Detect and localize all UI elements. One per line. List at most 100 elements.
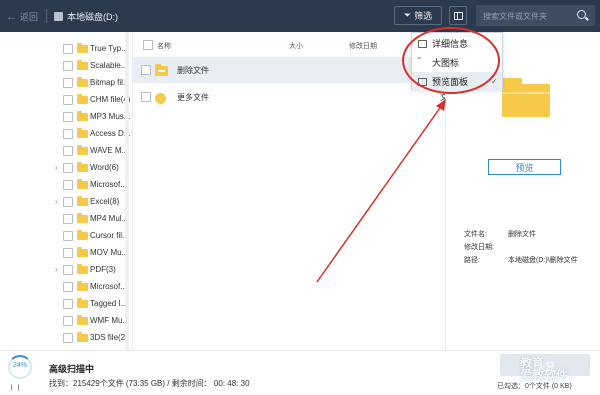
column-modified[interactable]: 修改日期 [349, 41, 377, 51]
filter-button[interactable]: ⏷ 筛选 [394, 6, 442, 25]
tree-item[interactable]: WAVE M... [0, 142, 130, 159]
tree-item[interactable]: Cursor fil... [0, 227, 130, 244]
folder-icon [77, 110, 88, 121]
tree-item-checkbox[interactable] [63, 281, 73, 292]
folder-icon [77, 246, 88, 257]
tree-scrollbar[interactable] [125, 32, 129, 350]
tree-item-checkbox[interactable] [63, 247, 73, 258]
tree-item-checkbox[interactable] [63, 94, 73, 105]
row-name: 更多文件 [177, 93, 209, 102]
list-item[interactable]: 删除文件 [133, 57, 445, 83]
back-arrow-icon: ← [6, 10, 17, 23]
preview-button[interactable]: 预览 [488, 159, 561, 175]
tree-item[interactable]: › Excel(8) [0, 193, 130, 210]
folder-icon [77, 161, 88, 172]
meta-key: 修改日期: [464, 244, 494, 251]
tree-item-label: PDF(3) [90, 265, 116, 274]
row-checkbox[interactable] [141, 92, 151, 102]
tree-item[interactable]: CHM file(4) [0, 91, 130, 108]
meta-value: 本地磁盘(D:)\删除文件 [508, 257, 578, 264]
tree-item-checkbox[interactable] [63, 145, 73, 156]
folder-preview-icon [502, 78, 550, 117]
folder-icon [77, 229, 88, 240]
search-icon[interactable] [577, 10, 586, 19]
scan-progress-ring: 24% [8, 355, 32, 379]
tree-item-label: Word(6) [90, 163, 119, 172]
folder-icon [77, 195, 88, 206]
tree-item-checkbox[interactable] [63, 179, 73, 190]
scan-found-info: 找到：215429个文件 (73.35 GB) / 剩余时间： 00: 48: … [49, 379, 250, 388]
tree-item-label: Bitmap fil... [90, 78, 130, 87]
tree-item-label: MOV Mu... [90, 248, 129, 257]
tree-item[interactable]: 3DS file(2... [0, 329, 130, 346]
tree-item-checkbox[interactable] [63, 213, 73, 224]
column-size[interactable]: 大小 [289, 41, 303, 51]
select-all-checkbox[interactable] [143, 40, 153, 50]
tree-item-checkbox[interactable] [63, 111, 73, 122]
tree-item-checkbox[interactable] [63, 332, 73, 343]
search-input[interactable]: 搜索文件或文件夹 [476, 5, 595, 26]
meta-key: 路径: [464, 257, 480, 264]
tree-item[interactable]: Microsof... [0, 176, 130, 193]
tree-item[interactable]: Access D... [0, 125, 130, 142]
filter-label: 筛选 [414, 11, 433, 21]
tree-item-checkbox[interactable] [63, 77, 73, 88]
tree-item[interactable]: Tagged I... [0, 295, 130, 312]
tree-item-checkbox[interactable] [63, 230, 73, 241]
annotation-oval [402, 27, 500, 94]
folder-icon [77, 127, 88, 138]
tree-item[interactable]: WMF Mu... [0, 312, 130, 329]
status-bar: 24% ❙❙ 高级扫描中 找到：215429个文件 (73.35 GB) / 剩… [0, 350, 600, 395]
folder-icon [77, 144, 88, 155]
tree-item-checkbox[interactable] [63, 315, 73, 326]
progress-percent: 24% [12, 362, 27, 369]
tree-item[interactable]: MOV Mu... [0, 244, 130, 261]
tree-item-checkbox[interactable] [63, 298, 73, 309]
back-button[interactable]: ← 返回 [6, 10, 38, 23]
tree-item-checkbox[interactable] [63, 162, 73, 173]
tree-item[interactable]: Bitmap fil... [0, 74, 130, 91]
tree-item[interactable]: MP3 Mus... [0, 108, 130, 125]
pause-icon[interactable]: ❙❙ [9, 384, 23, 391]
tree-item[interactable]: › PDF(3) [0, 261, 130, 278]
folder-icon [77, 297, 88, 308]
tree-item[interactable]: › Word(6) [0, 159, 130, 176]
meta-modified: 修改日期: [464, 242, 494, 252]
tree-item-label: Cursor fil... [90, 231, 129, 240]
chevron-right-icon[interactable]: › [55, 265, 58, 274]
breadcrumb: 本地磁盘(D:) [54, 10, 118, 23]
tree-item-label: MP3 Mus... [90, 112, 130, 121]
tree-item-label: Excel(8) [90, 197, 120, 206]
tree-item-checkbox[interactable] [63, 196, 73, 207]
tree-item-label: Microsof... [90, 180, 127, 189]
more-files-icon [155, 93, 166, 104]
drive-icon [54, 12, 63, 21]
tree-item-label: Microsof... [90, 282, 127, 291]
deleted-folder-icon [155, 64, 168, 76]
tree-item-checkbox[interactable] [63, 60, 73, 71]
tree-item[interactable]: MP4 Mul... [0, 210, 130, 227]
chevron-right-icon[interactable]: › [55, 197, 58, 206]
folder-icon [77, 59, 88, 70]
folder-icon [77, 42, 88, 53]
tree-item-checkbox[interactable] [63, 43, 73, 54]
top-toolbar: ← 返回 本地磁盘(D:) ⏷ 筛选 搜索文件或文件夹 [0, 0, 600, 32]
back-label: 返回 [20, 12, 39, 22]
tree-item-label: Scalable... [90, 61, 128, 70]
tree-item-label: Tagged I... [90, 299, 128, 308]
row-checkbox[interactable] [141, 65, 151, 75]
tree-item-checkbox[interactable] [63, 128, 73, 139]
chevron-right-icon[interactable]: › [55, 163, 58, 172]
tree-item-checkbox[interactable] [63, 264, 73, 275]
tree-item-label: True Typ... [90, 44, 128, 53]
tree-item[interactable]: True Typ... [0, 40, 130, 57]
folder-icon [77, 331, 88, 342]
column-name[interactable]: 名称 [157, 41, 171, 51]
list-item[interactable]: 更多文件 文 [133, 84, 448, 110]
file-list: 名称 大小 修改日期 删除文件 更多文件 文 [132, 32, 448, 350]
meta-filename: 文件名: 删除文件 [464, 229, 536, 239]
view-toggle-button[interactable] [449, 6, 467, 25]
tree-item[interactable]: Microsof... [0, 278, 130, 295]
tree-item[interactable]: Scalable... [0, 57, 130, 74]
folder-icon [77, 178, 88, 189]
